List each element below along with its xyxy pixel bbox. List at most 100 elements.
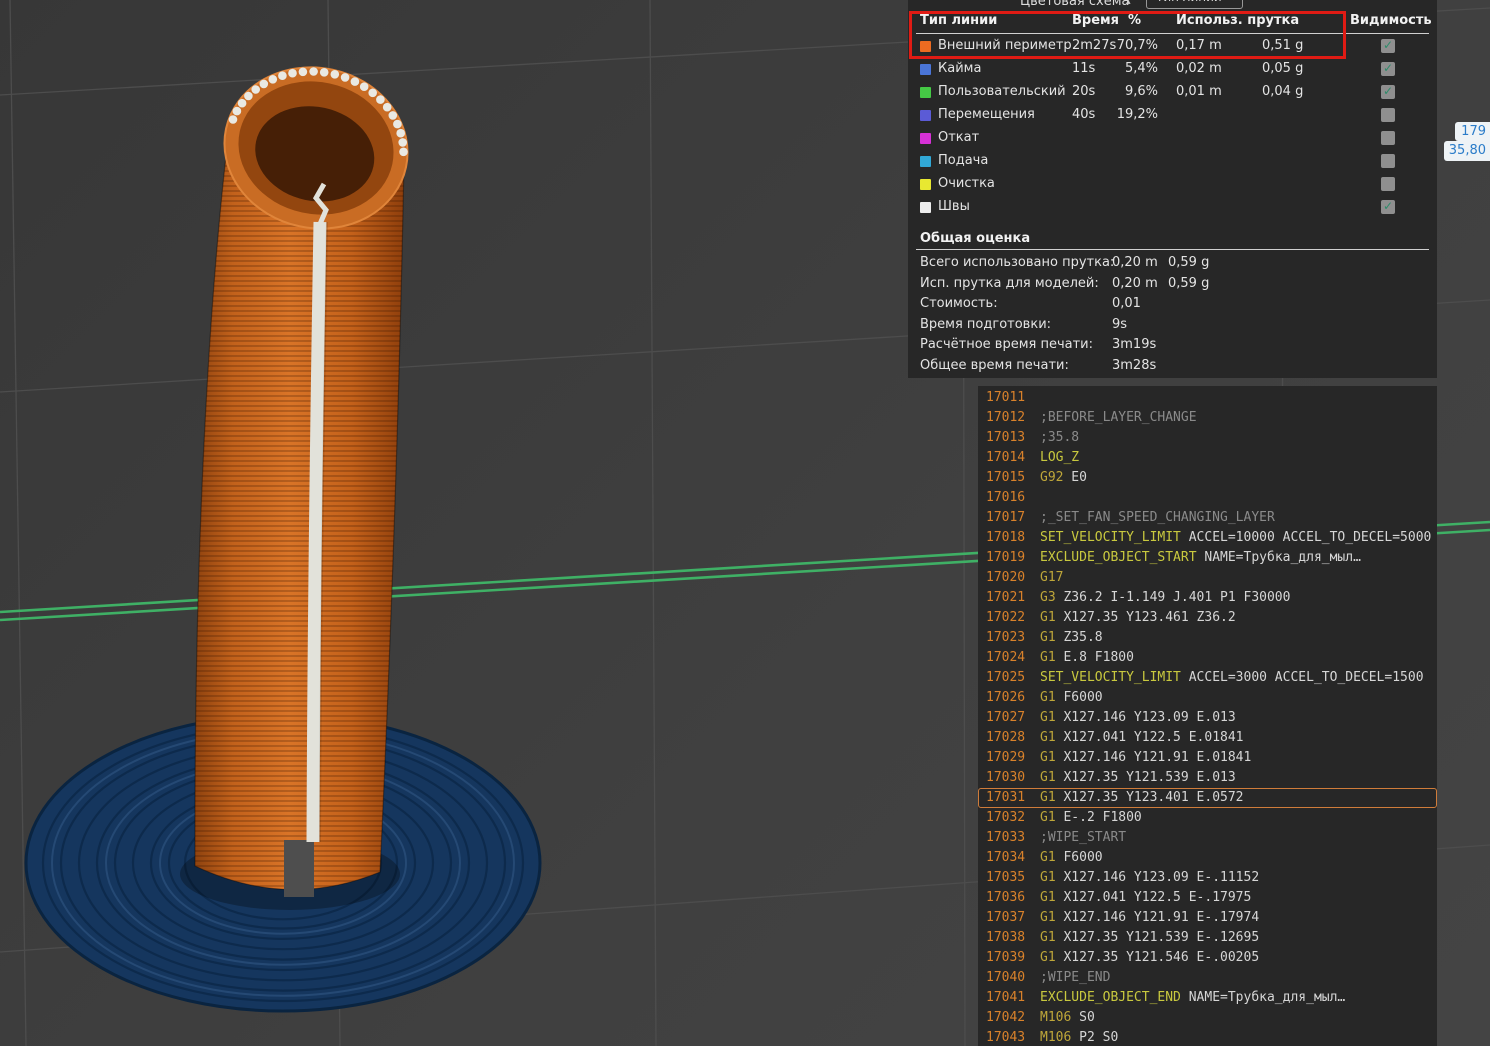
gcode-token: SET_VELOCITY_LIMIT (1040, 670, 1181, 685)
gcode-line[interactable]: 17022 G1 X127.35 Y123.461 Z36.2 (978, 608, 1437, 628)
line-type-label: Подача (938, 153, 989, 168)
gcode-token: Z35.8 (1055, 630, 1103, 645)
gcode-line[interactable]: 17025 SET_VELOCITY_LIMIT ACCEL=3000 ACCEL… (978, 668, 1437, 688)
view-type-dropdown-value: Тип линий (1156, 0, 1222, 4)
gcode-line[interactable]: 17013 ;35.8 (978, 428, 1437, 448)
gcode-line[interactable]: 17037 G1 X127.146 Y121.91 E-.17974 (978, 908, 1437, 928)
gcode-token: EXCLUDE_OBJECT_START (1040, 550, 1197, 565)
gcode-line[interactable]: 17023 G1 Z35.8 (978, 628, 1437, 648)
line-type-time: 40s (1072, 107, 1096, 122)
summary-label: Стоимость: (920, 296, 998, 311)
view-type-dropdown[interactable]: Тип линий ▼ (1146, 0, 1243, 9)
gcode-token: NAME=Трубка_для_мыл… (1180, 990, 1346, 1005)
legend-row: Кайма 11s 5,4% 0,02 m 0,05 g ✓ (920, 58, 1425, 81)
line-type-swatch (920, 202, 931, 213)
visibility-checkbox[interactable]: ✓ (1381, 200, 1395, 214)
gcode-line[interactable]: 17017 ;_SET_FAN_SPEED_CHANGING_LAYER (978, 508, 1437, 528)
summary-label: Время подготовки: (920, 316, 1052, 332)
gcode-token: X127.35 Y121.546 E-.00205 (1055, 950, 1260, 965)
gcode-token: X127.35 Y121.539 E-.12695 (1055, 930, 1260, 945)
line-type-swatch (920, 41, 931, 52)
visibility-checkbox[interactable]: ✓ (1381, 85, 1395, 99)
line-type-weight: 0,04 g (1262, 84, 1304, 99)
header-line-type: Тип линии (920, 13, 998, 28)
gcode-token: G1 (1040, 730, 1056, 745)
gcode-line-number: 17042 (986, 1010, 1026, 1025)
gcode-line[interactable]: 17033 ;WIPE_START (978, 828, 1437, 848)
summary-value-1: 0,01 (1112, 296, 1141, 311)
line-type-label: Откат (938, 130, 980, 145)
gcode-token: S0 (1071, 1010, 1095, 1025)
gcode-line[interactable]: 17043 M106 P2 S0 (978, 1028, 1437, 1046)
gcode-token: G1 (1040, 790, 1056, 805)
collapse-icon[interactable]: ▴ (1126, 0, 1131, 7)
gcode-line[interactable]: 17018 SET_VELOCITY_LIMIT ACCEL=10000 ACCE… (978, 528, 1437, 548)
gcode-line[interactable]: 17035 G1 X127.146 Y123.09 E-.11152 (978, 868, 1437, 888)
gcode-line[interactable]: 17019 EXCLUDE_OBJECT_START NAME=Трубка_дл… (978, 548, 1437, 568)
summary-label: Расчётное время печати: (920, 337, 1094, 352)
gcode-token: F6000 (1055, 850, 1103, 865)
gcode-line-number: 17033 (986, 830, 1026, 845)
gcode-line[interactable]: 17041 EXCLUDE_OBJECT_END NAME=Трубка_для_… (978, 988, 1437, 1008)
visibility-checkbox[interactable]: ✓ (1381, 154, 1395, 168)
gcode-line[interactable]: 17036 G1 X127.041 Y122.5 E-.17975 (978, 888, 1437, 908)
visibility-checkbox[interactable]: ✓ (1381, 177, 1395, 191)
gcode-line[interactable]: 17031 G1 X127.35 Y123.401 E.0572 (978, 788, 1437, 808)
gcode-line-number: 17021 (986, 590, 1026, 605)
gcode-line[interactable]: 17030 G1 X127.35 Y121.539 E.013 (978, 768, 1437, 788)
visibility-checkbox[interactable]: ✓ (1381, 108, 1395, 122)
gcode-token: G1 (1040, 910, 1056, 925)
gcode-token: G17 (1040, 570, 1064, 585)
summary-row: Стоимость: 0,01 (920, 294, 1425, 315)
gcode-line[interactable]: 17027 G1 X127.146 Y123.09 E.013 (978, 708, 1437, 728)
visibility-checkbox[interactable]: ✓ (1381, 39, 1395, 53)
header-time: Время (1072, 13, 1120, 28)
summary-divider (916, 249, 1429, 250)
visibility-checkbox[interactable]: ✓ (1381, 131, 1395, 145)
summary-value-2: 0,59 g (1168, 255, 1210, 270)
gcode-line-number: 17036 (986, 890, 1026, 905)
line-type-label: Очистка (938, 176, 995, 191)
gcode-line[interactable]: 17034 G1 F6000 (978, 848, 1437, 868)
gcode-line[interactable]: 17039 G1 X127.35 Y121.546 E-.00205 (978, 948, 1437, 968)
visibility-checkbox[interactable]: ✓ (1381, 62, 1395, 76)
gcode-line[interactable]: 17014 LOG_Z (978, 448, 1437, 468)
gcode-line-number: 17020 (986, 570, 1026, 585)
gcode-line-number: 17039 (986, 950, 1026, 965)
gcode-viewer-panel: 17011 17012 ;BEFORE_LAYER_CHANGE 17013 ;35.8… (978, 386, 1437, 1046)
gcode-line[interactable]: 17040 ;WIPE_END (978, 968, 1437, 988)
gcode-line[interactable]: 17032 G1 E-.2 F1800 (978, 808, 1437, 828)
gcode-token: ;WIPE_START (1040, 830, 1127, 845)
legend-row: Перемещения 40s 19,2% ✓ (920, 104, 1425, 127)
gcode-line[interactable]: 17016 (978, 488, 1437, 508)
line-type-percent: 70,7% (1116, 38, 1158, 53)
line-type-swatch (920, 133, 931, 144)
legend-row: Швы ✓ (920, 196, 1425, 219)
gcode-token: NAME=Трубка_для_мыл… (1196, 550, 1361, 565)
line-type-label: Швы (938, 199, 970, 214)
gcode-line[interactable]: 17038 G1 X127.35 Y121.539 E-.12695 (978, 928, 1437, 948)
gcode-line[interactable]: 17024 G1 E.8 F1800 (978, 648, 1437, 668)
gcode-token: X127.146 Y121.91 E.01841 (1055, 750, 1252, 765)
gcode-line-number: 17037 (986, 910, 1026, 925)
gcode-line[interactable]: 17021 G3 Z36.2 I-1.149 J.401 P1 F30000 (978, 588, 1437, 608)
line-type-swatch (920, 179, 931, 190)
gcode-line[interactable]: 17026 G1 F6000 (978, 688, 1437, 708)
summary-row: Время подготовки: 9s (920, 315, 1425, 336)
summary-value-1: 0,20 m (1112, 255, 1158, 270)
gcode-line-number: 17030 (986, 770, 1026, 785)
line-type-length: 0,02 m (1176, 61, 1222, 76)
gcode-line[interactable]: 17015 G92 E0 (978, 468, 1437, 488)
gcode-line[interactable]: 17020 G17 (978, 568, 1437, 588)
gcode-line[interactable]: 17029 G1 X127.146 Y121.91 E.01841 (978, 748, 1437, 768)
gcode-line[interactable]: 17012 ;BEFORE_LAYER_CHANGE (978, 408, 1437, 428)
gcode-line[interactable]: 17028 G1 X127.041 Y122.5 E.01841 (978, 728, 1437, 748)
gcode-line[interactable]: 17042 M106 S0 (978, 1008, 1437, 1028)
gcode-token: ACCEL=10000 ACCEL_TO_DECEL=5000 (1180, 530, 1432, 545)
gcode-token: ;35.8 (1040, 430, 1080, 445)
gcode-token: E-.2 F1800 (1055, 810, 1142, 825)
summary-rows: Всего использовано прутка: 0,20 m 0,59 g Ис… (920, 253, 1425, 376)
gcode-line[interactable]: 17011 (978, 388, 1437, 408)
gcode-line-number: 17043 (986, 1030, 1026, 1045)
color-scheme-label: Цветовая схема (1020, 0, 1130, 9)
